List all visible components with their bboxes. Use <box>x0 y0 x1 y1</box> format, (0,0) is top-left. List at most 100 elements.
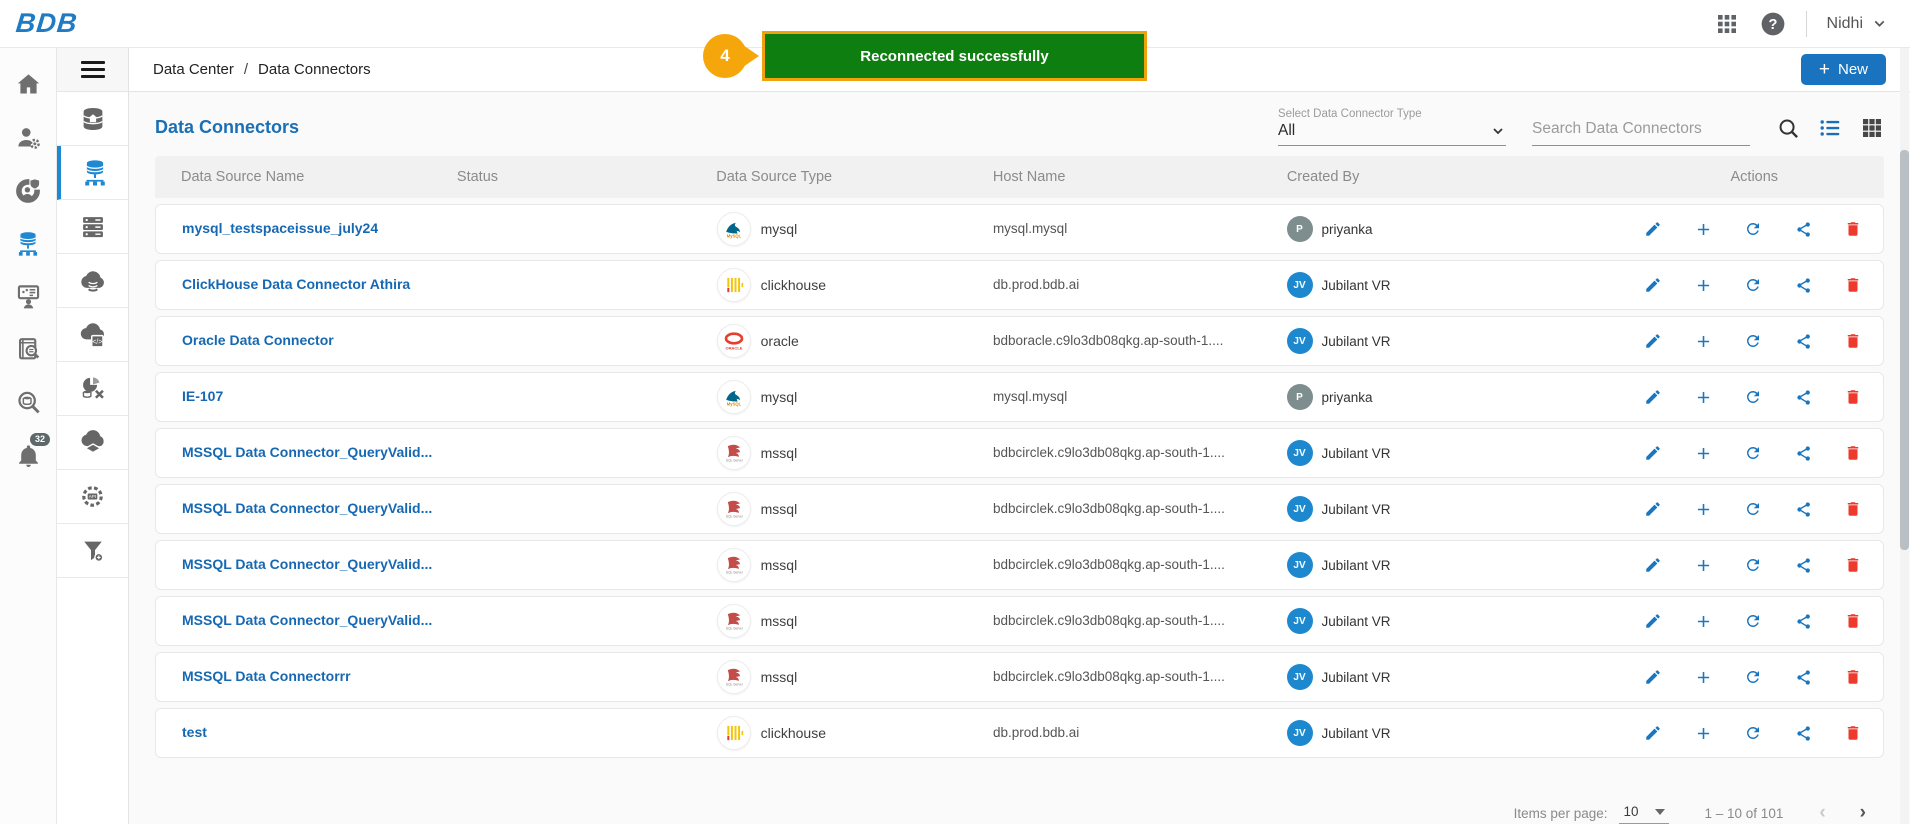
nav-data-filter-icon[interactable] <box>57 524 128 578</box>
connector-name-link[interactable]: ClickHouse Data Connector Athira <box>182 276 410 292</box>
sidebar-data-center-icon[interactable] <box>0 217 56 270</box>
delete-button[interactable] <box>1843 331 1863 351</box>
share-button[interactable] <box>1793 723 1813 743</box>
edit-button[interactable] <box>1643 723 1663 743</box>
refresh-button[interactable] <box>1743 499 1763 519</box>
add-button[interactable] <box>1693 499 1713 519</box>
help-icon[interactable]: ? <box>1760 11 1786 37</box>
menu-toggle-button[interactable] <box>57 48 128 92</box>
connector-name-link[interactable]: MSSQL Data Connector_QueryValid... <box>182 500 432 516</box>
delete-button[interactable] <box>1843 443 1863 463</box>
sidebar-data-governance-icon[interactable] <box>0 164 56 217</box>
search-input[interactable] <box>1532 120 1750 138</box>
nav-data-lake-icon[interactable] <box>57 416 128 470</box>
add-button[interactable] <box>1693 443 1713 463</box>
add-button[interactable] <box>1693 555 1713 575</box>
share-button[interactable] <box>1793 275 1813 295</box>
next-page-button[interactable]: › <box>1860 802 1866 824</box>
breadcrumb-data-connectors[interactable]: Data Connectors <box>258 61 371 78</box>
refresh-button[interactable] <box>1743 443 1763 463</box>
nav-data-center-home-icon[interactable] <box>57 92 128 146</box>
connector-name-link[interactable]: test <box>182 724 207 740</box>
connector-name-link[interactable]: MSSQL Data Connector_QueryValid... <box>182 556 432 572</box>
share-button[interactable] <box>1793 219 1813 239</box>
host-name: mysql.mysql <box>993 389 1067 404</box>
items-per-page-select[interactable]: 10 <box>1619 802 1668 824</box>
creator-avatar: JV <box>1287 552 1313 578</box>
share-button[interactable] <box>1793 387 1813 407</box>
add-button[interactable] <box>1693 275 1713 295</box>
delete-button[interactable] <box>1843 555 1863 575</box>
list-view-icon[interactable] <box>1818 116 1842 140</box>
delete-button[interactable] <box>1843 387 1863 407</box>
add-button[interactable] <box>1693 219 1713 239</box>
add-button[interactable] <box>1693 611 1713 631</box>
creator-name: Jubilant VR <box>1322 502 1391 517</box>
nav-data-sync-icon[interactable] <box>57 362 128 416</box>
refresh-button[interactable] <box>1743 611 1763 631</box>
refresh-button[interactable] <box>1743 331 1763 351</box>
refresh-button[interactable] <box>1743 275 1763 295</box>
edit-button[interactable] <box>1643 667 1663 687</box>
edit-button[interactable] <box>1643 611 1663 631</box>
share-button[interactable] <box>1793 555 1813 575</box>
connector-name-link[interactable]: MSSQL Data Connector_QueryValid... <box>182 612 432 628</box>
sidebar-home-icon[interactable] <box>0 58 56 111</box>
nav-data-store-icon[interactable] <box>57 254 128 308</box>
breadcrumb-data-center[interactable]: Data Center <box>153 61 234 78</box>
delete-button[interactable] <box>1843 275 1863 295</box>
bdb-logo: BDB <box>14 8 79 39</box>
add-button[interactable] <box>1693 387 1713 407</box>
add-button[interactable] <box>1693 331 1713 351</box>
previous-page-button[interactable]: ‹ <box>1819 802 1825 824</box>
mssql-logo-icon: SQL Server <box>717 660 751 694</box>
edit-button[interactable] <box>1643 331 1663 351</box>
refresh-button[interactable] <box>1743 667 1763 687</box>
refresh-button[interactable] <box>1743 387 1763 407</box>
delete-button[interactable] <box>1843 667 1863 687</box>
delete-button[interactable] <box>1843 499 1863 519</box>
edit-button[interactable] <box>1643 443 1663 463</box>
nav-data-as-api-icon[interactable]: </> <box>57 308 128 362</box>
share-button[interactable] <box>1793 667 1813 687</box>
sidebar-data-search-icon[interactable] <box>0 376 56 429</box>
creator-name: Jubilant VR <box>1322 614 1391 629</box>
sidebar-notifications-icon[interactable]: 32 <box>0 429 56 482</box>
edit-button[interactable] <box>1643 555 1663 575</box>
connector-type-select[interactable]: Select Data Connector Type All <box>1278 108 1506 146</box>
connector-name-link[interactable]: Oracle Data Connector <box>182 332 334 348</box>
sidebar-user-management-icon[interactable] <box>0 111 56 164</box>
connector-name-link[interactable]: IE-107 <box>182 388 223 404</box>
grid-view-icon[interactable] <box>1860 116 1884 140</box>
nav-data-connectors-icon[interactable] <box>57 146 128 200</box>
delete-button[interactable] <box>1843 611 1863 631</box>
delete-button[interactable] <box>1843 723 1863 743</box>
share-button[interactable] <box>1793 499 1813 519</box>
add-button[interactable] <box>1693 667 1713 687</box>
connector-name-link[interactable]: MSSQL Data Connector_QueryValid... <box>182 444 432 460</box>
nav-api-connectors-icon[interactable]: API <box>57 470 128 524</box>
share-button[interactable] <box>1793 611 1813 631</box>
share-button[interactable] <box>1793 331 1813 351</box>
sidebar-catalog-icon[interactable] <box>0 323 56 376</box>
connector-name-link[interactable]: mysql_testspaceissue_july24 <box>182 220 378 236</box>
refresh-button[interactable] <box>1743 219 1763 239</box>
delete-button[interactable] <box>1843 219 1863 239</box>
column-header-host-name: Host Name <box>985 169 1279 185</box>
add-button[interactable] <box>1693 723 1713 743</box>
apps-grid-icon[interactable] <box>1714 11 1740 37</box>
edit-button[interactable] <box>1643 275 1663 295</box>
edit-button[interactable] <box>1643 387 1663 407</box>
share-button[interactable] <box>1793 443 1813 463</box>
edit-button[interactable] <box>1643 499 1663 519</box>
refresh-button[interactable] <box>1743 723 1763 743</box>
connector-name-link[interactable]: MSSQL Data Connectorrr <box>182 668 351 684</box>
sidebar-presentation-icon[interactable] <box>0 270 56 323</box>
new-button[interactable]: + New <box>1801 54 1886 85</box>
refresh-button[interactable] <box>1743 555 1763 575</box>
edit-button[interactable] <box>1643 219 1663 239</box>
search-icon[interactable] <box>1776 116 1800 140</box>
user-menu[interactable]: Nidhi <box>1827 15 1888 33</box>
scrollbar-thumb[interactable] <box>1900 150 1909 550</box>
nav-data-sets-icon[interactable] <box>57 200 128 254</box>
